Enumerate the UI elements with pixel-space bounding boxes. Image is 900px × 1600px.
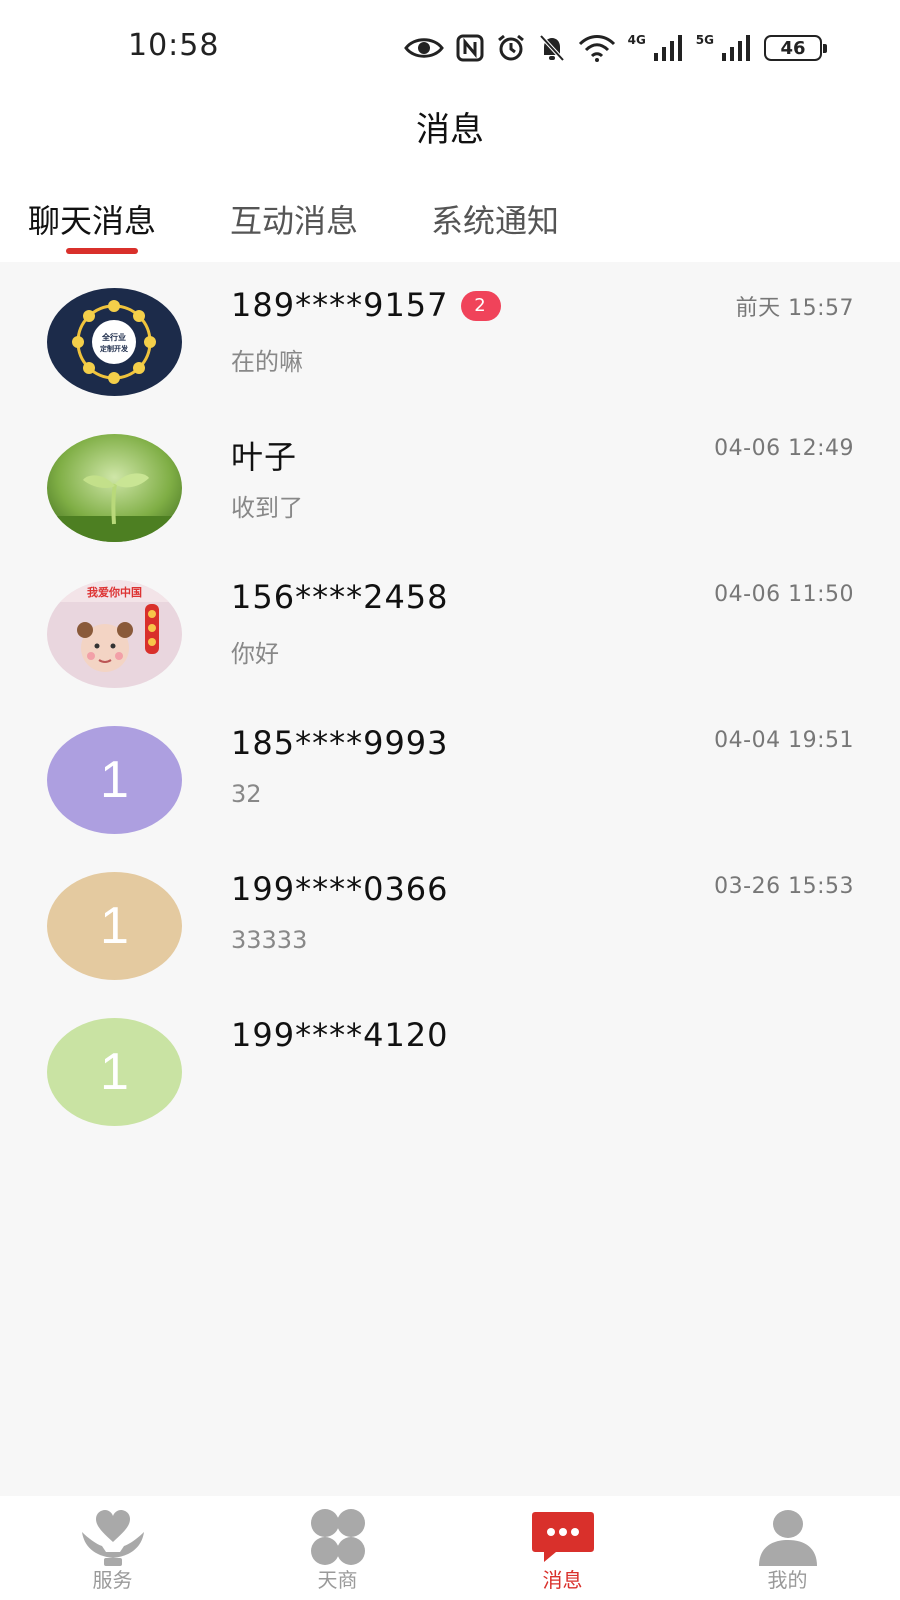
tab-bar: 聊天消息 互动消息 系统通知 (0, 190, 900, 262)
nav-label: 天商 (317, 1568, 358, 1592)
nav-label: 消息 (542, 1568, 583, 1592)
contact-name-text: 185****9993 (231, 724, 449, 762)
service-circle-image: 全行业 定制开发 (47, 288, 182, 396)
avatar: 1 (47, 726, 182, 834)
signal-bars-icon (722, 35, 752, 61)
battery-icon: 46 (764, 35, 827, 61)
message-preview: 33333 (231, 926, 308, 954)
tab-chat-messages[interactable]: 聊天消息 (28, 196, 156, 242)
conversation-row[interactable]: 1 199****0366 33333 03-26 15:53 (0, 846, 900, 992)
unread-badge: 2 (460, 290, 501, 321)
avatar-initial: 1 (100, 751, 129, 809)
nav-label: 我的 (767, 1568, 808, 1592)
conversation-row[interactable]: 叶子 收到了 04-06 12:49 (0, 408, 900, 554)
contact-name: 189****9157 2 (231, 286, 501, 324)
child-photo-image: 我爱你中国 (47, 580, 182, 688)
nav-item-messages[interactable]: 消息 (450, 1496, 675, 1600)
svg-text:我爱你中国: 我爱你中国 (87, 585, 142, 599)
mute-bell-icon (538, 33, 566, 63)
nav-item-service[interactable]: 服务 (0, 1496, 225, 1600)
bottom-nav: 服务 天商 消息 我的 (0, 1496, 900, 1600)
avatar (47, 434, 182, 542)
contact-name: 156****2458 (231, 578, 449, 616)
contact-name-text: 189****9157 (231, 286, 449, 324)
eye-icon (403, 36, 444, 60)
message-time: 04-06 12:49 (714, 436, 854, 461)
person-icon (755, 1508, 821, 1566)
clover-icon (305, 1508, 371, 1566)
nav-item-mine[interactable]: 我的 (675, 1496, 900, 1600)
contact-name-text: 199****4120 (231, 1016, 449, 1054)
signal-bars-icon (653, 35, 684, 61)
status-icons: 4G 5G 46 (403, 30, 827, 66)
active-tab-indicator (66, 248, 138, 254)
contact-name-text: 叶子 (231, 438, 298, 476)
contact-name: 叶子 (231, 432, 297, 478)
wifi-icon (578, 34, 616, 62)
message-time: 前天 15:57 (735, 296, 854, 321)
sprout-image (47, 434, 182, 542)
avatar: 我爱你中国 (47, 580, 182, 688)
conversation-row[interactable]: 我爱你中国 156****2458 你好 04-06 11:50 (0, 554, 900, 700)
heart-hands-icon (80, 1508, 146, 1566)
tab-system-notifications[interactable]: 系统通知 (431, 196, 559, 242)
conversation-list: 全行业 定制开发 189****9157 2 在的嘛 前天 15:57 叶子 收… (0, 262, 900, 1138)
contact-name: 199****4120 (231, 1016, 449, 1054)
avatar: 1 (47, 872, 182, 980)
svg-text:全行业: 全行业 (101, 332, 126, 342)
status-bar: 10:58 4G 5G 46 (0, 0, 900, 96)
nfc-icon (456, 34, 484, 62)
signal-label-5g: 5G (695, 33, 714, 47)
contact-name: 185****9993 (231, 724, 449, 762)
nav-item-tianshang[interactable]: 天商 (225, 1496, 450, 1600)
conversation-row[interactable]: 1 199****4120 (0, 992, 900, 1138)
svg-text:定制开发: 定制开发 (100, 344, 129, 353)
contact-name: 199****0366 (231, 870, 449, 908)
avatar: 1 (47, 1018, 182, 1126)
message-preview: 收到了 (231, 494, 303, 522)
signal-label-4g: 4G (627, 33, 646, 47)
message-preview: 在的嘛 (231, 348, 303, 376)
contact-name-text: 156****2458 (231, 578, 449, 616)
message-time: 04-04 19:51 (714, 728, 854, 753)
tab-interaction-messages[interactable]: 互动消息 (230, 196, 358, 242)
chat-bubble-icon (530, 1508, 596, 1566)
message-time: 04-06 11:50 (714, 582, 854, 607)
conversation-row[interactable]: 1 185****9993 32 04-04 19:51 (0, 700, 900, 846)
status-time: 10:58 (128, 28, 220, 63)
alarm-icon (496, 33, 526, 63)
avatar-initial: 1 (100, 1043, 129, 1101)
contact-name-text: 199****0366 (231, 870, 449, 908)
nav-label: 服务 (92, 1568, 133, 1592)
message-preview: 你好 (231, 640, 279, 668)
avatar-initial: 1 (100, 897, 129, 955)
battery-level: 46 (780, 37, 806, 59)
message-time: 03-26 15:53 (714, 874, 854, 899)
top-area: 10:58 4G 5G 46 消息 聊天消息 互动消息 系统通知 (0, 0, 900, 262)
page-title: 消息 (416, 110, 484, 150)
conversation-row[interactable]: 全行业 定制开发 189****9157 2 在的嘛 前天 15:57 (0, 262, 900, 408)
avatar: 全行业 定制开发 (47, 288, 182, 396)
message-preview: 32 (231, 780, 262, 808)
